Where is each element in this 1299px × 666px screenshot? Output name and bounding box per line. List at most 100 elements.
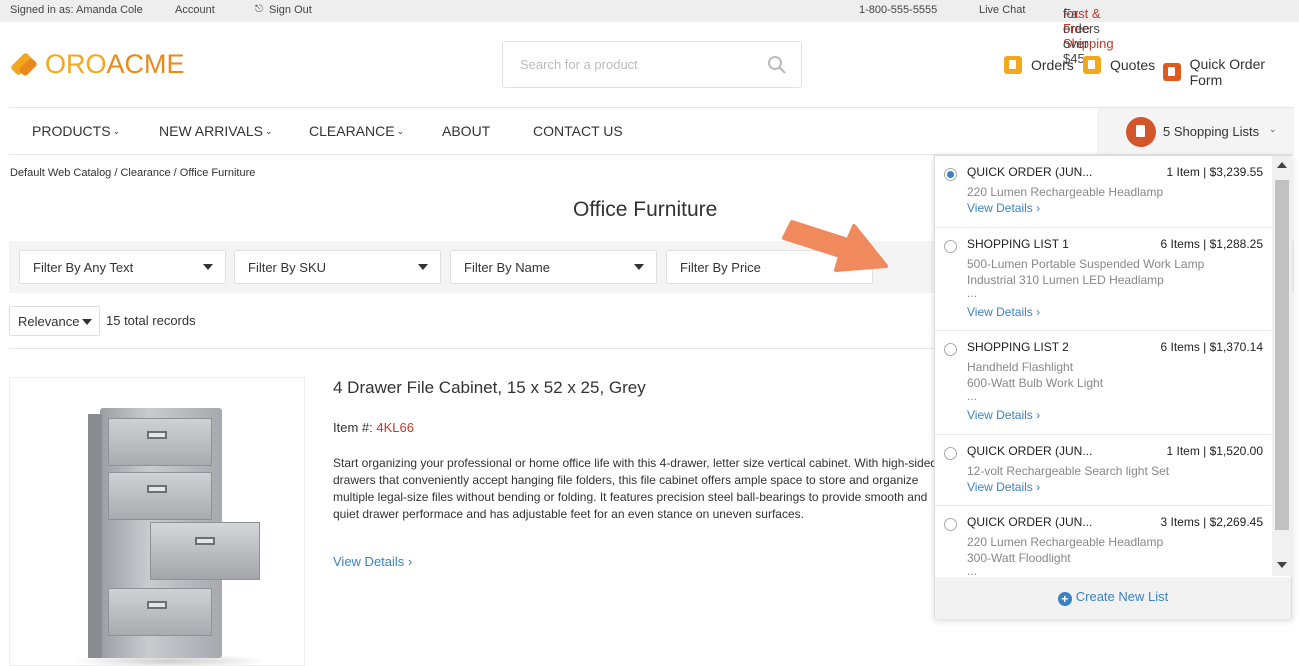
- nav-item-clearance[interactable]: CLEARANCE ⌄: [309, 123, 404, 139]
- product-title[interactable]: 4 Drawer File Cabinet, 15 x 52 x 25, Gre…: [333, 378, 646, 398]
- quick-order-form-label: Quick Order Form: [1189, 56, 1266, 88]
- logo[interactable]: OROACME: [9, 46, 185, 82]
- shopping-lists-toggle[interactable]: 5 Shopping Lists ⌄: [1097, 108, 1294, 154]
- shopping-list-name: SHOPPING LIST 1: [967, 237, 1069, 251]
- sort-selected: Relevance: [18, 314, 80, 329]
- nav-item-label: CONTACT US: [533, 123, 623, 139]
- filter-label: Filter By Name: [464, 260, 550, 275]
- search-input[interactable]: [504, 43, 754, 86]
- shopping-list-item[interactable]: QUICK ORDER (JUN... 1 Item | $1,520.00 1…: [935, 435, 1271, 506]
- filter-label: Filter By Price: [680, 260, 761, 275]
- scrollbar-thumb[interactable]: [1275, 180, 1289, 530]
- view-details-link[interactable]: View Details ›: [967, 408, 1040, 422]
- cabinet-drawer: [108, 472, 212, 520]
- shopping-list-item[interactable]: QUICK ORDER (JUN... 1 Item | $3,239.55 2…: [935, 156, 1271, 228]
- shopping-lists-label: 5 Shopping Lists: [1163, 124, 1260, 139]
- scroll-down-icon[interactable]: [1277, 562, 1287, 568]
- shopping-list-radio[interactable]: [944, 343, 957, 356]
- caret-down-icon: [203, 264, 213, 270]
- cabinet-drawer-open: [150, 522, 260, 580]
- chevron-down-icon: ⌄: [112, 126, 121, 136]
- quick-order-icon: [1163, 63, 1181, 81]
- shopping-list-name: QUICK ORDER (JUN...: [967, 444, 1093, 458]
- breadcrumb[interactable]: Default Web Catalog / Clearance / Office…: [10, 167, 255, 179]
- search-box: [502, 41, 802, 88]
- filter-any-text[interactable]: Filter By Any Text: [19, 250, 226, 284]
- nav-item-label: PRODUCTS: [32, 123, 111, 139]
- product-description: Start organizing your professional or ho…: [333, 456, 938, 521]
- orders-label: Orders: [1031, 57, 1074, 73]
- create-new-list-label: Create New List: [1075, 589, 1169, 604]
- caret-down-icon: [418, 264, 428, 270]
- signed-in-text: Signed in as: Amanda Cole: [10, 4, 143, 16]
- total-records: 15 total records: [106, 313, 196, 328]
- shopping-list-more: ...: [967, 389, 978, 403]
- view-details-link[interactable]: View Details ›: [967, 305, 1040, 319]
- phone-number: 1-800-555-5555: [859, 4, 938, 16]
- quotes-icon: [1083, 56, 1101, 74]
- shopping-list-item[interactable]: QUICK ORDER (JUN... 3 Items | $2,269.45 …: [935, 506, 1271, 576]
- sort-select[interactable]: Relevance: [9, 306, 100, 336]
- header: OROACME Orders Quotes Quick Order Form: [0, 22, 1299, 107]
- nav-item-about[interactable]: ABOUT: [442, 123, 490, 139]
- filter-name[interactable]: Filter By Name: [450, 250, 657, 284]
- nav-item-contact-us[interactable]: CONTACT US: [533, 123, 623, 139]
- annotation-arrow-icon: [782, 220, 888, 272]
- shopping-list-radio[interactable]: [944, 168, 957, 181]
- chevron-down-icon: ⌄: [265, 126, 273, 136]
- cabinet-drawer: [108, 588, 212, 636]
- quotes-link[interactable]: Quotes: [1083, 56, 1155, 74]
- orders-link[interactable]: Orders: [1004, 56, 1074, 74]
- sign-out-icon[interactable]: ⎋: [255, 4, 263, 15]
- filter-label: Filter By Any Text: [33, 260, 134, 275]
- shopping-list-radio[interactable]: [944, 518, 957, 531]
- nav-item-label: NEW ARRIVALS: [159, 123, 263, 139]
- chevron-down-icon: ⌄: [1269, 124, 1277, 134]
- top-bar: Signed in as: Amanda Cole Account ⎋ Sign…: [0, 0, 1299, 66]
- divider: [9, 348, 939, 349]
- caret-down-icon: [634, 264, 644, 270]
- item-number-label: Item #:: [333, 420, 377, 435]
- shopping-lists-dropdown: QUICK ORDER (JUN... 1 Item | $3,239.55 2…: [934, 155, 1292, 619]
- file-cabinet-graphic: [88, 408, 260, 658]
- dropdown-scrollbar[interactable]: [1272, 156, 1292, 576]
- shopping-list-line: 12-volt Rechargeable Search light Set: [967, 464, 1170, 478]
- shopping-list-meta: 3 Items | $2,269.45: [1160, 515, 1263, 529]
- shopping-list-line: 220 Lumen Rechargeable Headlamp: [967, 535, 1164, 549]
- nav-item-new-arrivals[interactable]: NEW ARRIVALS ⌄: [159, 123, 273, 139]
- shopping-list-meta: 1 Item | $3,239.55: [1166, 165, 1263, 179]
- shopping-list-line: Industrial 310 Lumen LED Headlamp: [967, 273, 1164, 287]
- chevron-down-icon: ⌄: [396, 126, 405, 136]
- view-details-link[interactable]: View Details ›: [967, 201, 1040, 215]
- view-details-link[interactable]: View Details ›: [967, 480, 1040, 494]
- quick-order-form-link[interactable]: Quick Order Form: [1163, 56, 1299, 88]
- product-sku: 4KL66: [376, 420, 414, 435]
- search-icon[interactable]: [767, 55, 787, 75]
- shopping-list-item[interactable]: SHOPPING LIST 2 6 Items | $1,370.14 Hand…: [935, 331, 1271, 435]
- shopping-list-meta: 6 Items | $1,370.14: [1160, 340, 1263, 354]
- caret-down-icon: [82, 319, 92, 325]
- sign-out-link[interactable]: Sign Out: [269, 4, 312, 16]
- scroll-up-icon[interactable]: [1277, 162, 1287, 168]
- shopping-list-meta: 1 Item | $1,520.00: [1166, 444, 1263, 458]
- shopping-list-radio[interactable]: [944, 447, 957, 460]
- shopping-list-name: QUICK ORDER (JUN...: [967, 165, 1093, 179]
- nav-item-products[interactable]: PRODUCTS ⌄: [32, 123, 120, 139]
- product-image[interactable]: [9, 377, 305, 666]
- view-details-link[interactable]: View Details ›: [333, 554, 412, 569]
- shopping-list-line: 600-Watt Bulb Work Light: [967, 376, 1104, 390]
- shopping-list-line: 500-Lumen Portable Suspended Work Lamp: [967, 257, 1205, 271]
- nav-item-label: ABOUT: [442, 123, 491, 139]
- quotes-label: Quotes: [1110, 57, 1156, 73]
- cabinet-drawer: [108, 418, 212, 466]
- shopping-list-more: ...: [967, 564, 978, 576]
- nav-item-label: CLEARANCE: [309, 123, 395, 139]
- shopping-list-item[interactable]: SHOPPING LIST 1 6 Items | $1,288.25 500-…: [935, 228, 1271, 331]
- shopping-list-line: 300-Watt Floodlight: [967, 551, 1071, 565]
- live-chat-link[interactable]: Live Chat: [979, 4, 1025, 16]
- account-link[interactable]: Account: [175, 4, 215, 16]
- create-new-list-button[interactable]: + Create New List: [935, 577, 1291, 619]
- shopping-list-radio[interactable]: [944, 240, 957, 253]
- shopping-list-icon: [1126, 117, 1156, 147]
- filter-sku[interactable]: Filter By SKU: [234, 250, 441, 284]
